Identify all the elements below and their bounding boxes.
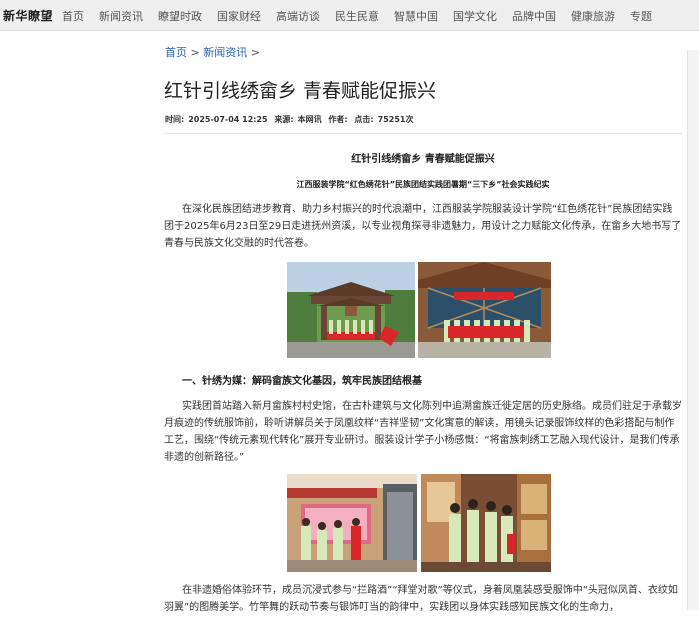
article-title: 红针引线绣畲乡 青春赋能促振兴 bbox=[164, 80, 437, 102]
article-subtitle: 红针引线绣畲乡 青春赋能促振兴 bbox=[351, 154, 495, 165]
meta-time-label: 时间: bbox=[165, 115, 185, 124]
breadcrumb-separator: > bbox=[250, 46, 260, 59]
meta-source: 本网讯 bbox=[297, 115, 322, 124]
meta-time: 2025-07-04 12:25 bbox=[188, 115, 268, 124]
nav-item-politics[interactable]: 瞭望时政 bbox=[158, 8, 202, 24]
nav-item-finance[interactable]: 国家财经 bbox=[217, 8, 261, 24]
meta-clicks: 75251次 bbox=[377, 115, 414, 124]
article-paragraph-1: 在深化民族团结进步教育、助力乡村振兴的时代浪潮中，江西服装学院服装设计学院“红色… bbox=[164, 204, 682, 249]
nav-item-interviews[interactable]: 高端访谈 bbox=[276, 8, 320, 24]
nav-item-brand[interactable]: 品牌中国 bbox=[512, 8, 556, 24]
article-photo-museum-exhibit bbox=[287, 474, 417, 572]
meta-source-label: 来源: bbox=[274, 115, 294, 124]
site-logo[interactable]: 新华瞭望 bbox=[3, 7, 53, 24]
nav-item-news[interactable]: 新闻资讯 bbox=[99, 8, 143, 24]
section-heading-1: 一、针绣为媒：解码畲族文化基因，筑牢民族团结根基 bbox=[182, 376, 422, 387]
nav-item-home[interactable]: 首页 bbox=[62, 8, 84, 24]
nav-item-culture[interactable]: 国学文化 bbox=[453, 8, 497, 24]
meta-divider bbox=[164, 133, 682, 134]
breadcrumb-separator: > bbox=[190, 46, 200, 59]
breadcrumb: 首页 > 新闻资讯 > bbox=[165, 44, 260, 60]
article-paragraph-2: 实践团首站踏入新月畲族村村史馆，在古朴建筑与文化陈列中追溯畲族迁徙定居的历史脉络… bbox=[164, 401, 682, 463]
right-scroll-strip[interactable] bbox=[687, 50, 699, 610]
article-meta: 时间: 2025-07-04 12:25 来源: 本网讯 作者: 点击: 75251次 bbox=[165, 114, 417, 125]
meta-author-label: 作者: bbox=[328, 115, 348, 124]
article-subtitle-byline: 江西服装学院“红色绣花针”民族团结实践团暑期“三下乡”社会实践纪实 bbox=[296, 180, 550, 189]
nav-item-health-travel[interactable]: 健康旅游 bbox=[571, 8, 615, 24]
nav-item-special[interactable]: 专题 bbox=[630, 8, 652, 24]
article-paragraph-3: 在非遗婚俗体验环节，成员沉浸式参与“拦路酒”“拜堂对歌”等仪式，身着凤凰装感受服… bbox=[164, 585, 678, 613]
nav-item-smart-china[interactable]: 智慧中国 bbox=[394, 8, 438, 24]
breadcrumb-section-link[interactable]: 新闻资讯 bbox=[203, 46, 247, 59]
article-photo-village-gate bbox=[287, 262, 415, 358]
nav-item-livelihood[interactable]: 民生民意 bbox=[335, 8, 379, 24]
breadcrumb-home-link[interactable]: 首页 bbox=[165, 46, 187, 59]
article-photo-museum-visit bbox=[421, 474, 551, 572]
article-photo-team-banner bbox=[418, 262, 551, 358]
top-nav-bar: 新华瞭望 首页 新闻资讯 瞭望时政 国家财经 高端访谈 民生民意 智慧中国 国学… bbox=[0, 0, 699, 31]
meta-clicks-label: 点击: bbox=[354, 115, 374, 124]
